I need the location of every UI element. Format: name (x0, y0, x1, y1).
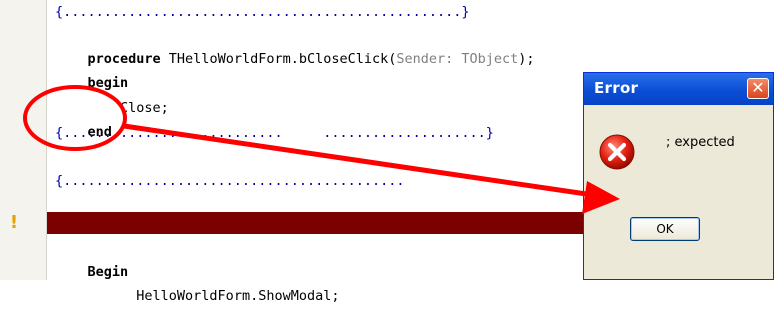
code-comment-line: {........................... ...........… (55, 125, 494, 141)
code-comment-line: {.......................................… (55, 4, 470, 20)
code-line-end: end (55, 96, 112, 140)
code-comment-line: {.......................................… (55, 173, 405, 189)
dialog-titlebar[interactable]: Error ✕ (584, 73, 773, 105)
code-line-run-hello-world: Procedure RunHelloWorld; (55, 211, 299, 255)
code-text: RunHelloWorld; (176, 239, 299, 255)
dialog-title: Error (594, 79, 639, 97)
error-icon (599, 134, 635, 170)
code-line-begin: begin (55, 47, 129, 91)
code-line-procedure-declaration: procedure THelloWorldForm.bCloseClick(Se… (55, 23, 535, 67)
ok-button[interactable]: OK (630, 217, 700, 241)
error-marker-icon[interactable]: ! (7, 213, 21, 233)
code-text: HelloWorldForm.ShowModal; (87, 288, 340, 304)
error-message: ; expected (666, 135, 735, 150)
code-line-show-modal: HelloWorldForm.ShowModal; (55, 260, 339, 304)
error-dialog: Error ✕ ; expected OK (583, 72, 774, 280)
code-text: ); (518, 51, 535, 67)
code-line-close: Close; (55, 72, 169, 116)
code-line-begin: Begin (55, 236, 129, 280)
close-button[interactable]: ✕ (747, 78, 769, 99)
code-text: THelloWorldForm.bCloseClick( (160, 51, 397, 67)
editor-gutter (0, 0, 46, 280)
parameter-text: Sender: TObject (396, 51, 519, 67)
